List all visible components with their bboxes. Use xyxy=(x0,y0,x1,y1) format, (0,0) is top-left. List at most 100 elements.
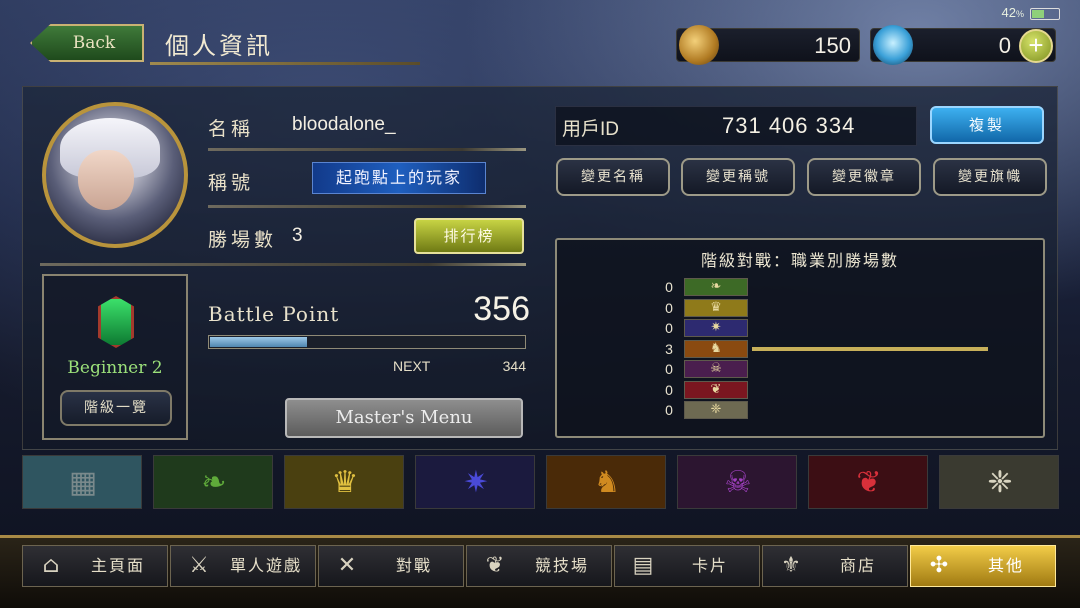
divider xyxy=(40,263,526,266)
crossed-swords-icon: ✕ xyxy=(337,553,359,578)
class-win-bar xyxy=(752,346,988,351)
crystal-icon xyxy=(873,25,913,65)
nav-solo[interactable]: ⚔ 單人遊戲 xyxy=(170,545,316,587)
class-win-row-runecraft: 0 ✷ xyxy=(662,319,1002,337)
change-flag-button[interactable]: 變更旗幟 xyxy=(933,158,1047,196)
divider xyxy=(208,148,526,151)
dragon-icon: ♞ xyxy=(684,339,748,358)
avatar-face xyxy=(78,150,134,210)
class-tab-shadow[interactable]: ☠ xyxy=(677,455,797,509)
battery-percent: 42% xyxy=(1001,5,1024,20)
class-win-count: 0 xyxy=(665,320,673,336)
nav-label: 對戰 xyxy=(395,556,432,575)
change-name-button[interactable]: 變更名稱 xyxy=(556,158,670,196)
nav-arena[interactable]: ❦ 競技場 xyxy=(466,545,612,587)
nav-label: 單人遊戲 xyxy=(229,556,302,575)
class-tab-blood[interactable]: ❦ xyxy=(808,455,928,509)
nav-label: 競技場 xyxy=(534,556,589,575)
class-win-count: 0 xyxy=(665,381,673,398)
rune-star-icon: ✷ xyxy=(463,465,489,500)
divider xyxy=(208,205,526,208)
laurel-icon: ❦ xyxy=(485,553,507,578)
nav-label: 其他 xyxy=(987,556,1024,575)
copy-id-button[interactable]: 複製 xyxy=(930,106,1044,144)
class-win-row-forestcraft: 0 ❧ xyxy=(662,278,1002,296)
nav-shop[interactable]: ⚜ 商店 xyxy=(762,545,908,587)
rank-name: Beginner 2 xyxy=(67,358,163,378)
crown-icon: ♛ xyxy=(331,465,359,500)
fleur-icon: ⚜ xyxy=(781,553,803,578)
rank-list-button[interactable]: 階級一覽 xyxy=(60,390,172,426)
ranking-button[interactable]: 排行榜 xyxy=(414,218,524,254)
class-win-count: 3 xyxy=(665,340,673,357)
class-tab-haven[interactable]: ❈ xyxy=(939,455,1059,509)
class-win-row-dragoncraft: 3 ♞ xyxy=(662,339,1002,358)
player-name: bloodalone_ xyxy=(292,114,396,135)
title-underline xyxy=(150,62,420,65)
dragon-icon: ♞ xyxy=(593,465,621,500)
change-title-button[interactable]: 變更稱號 xyxy=(681,158,795,196)
nav-other[interactable]: ✣ 其他 xyxy=(910,545,1056,587)
player-title-badge: 起跑點上的玩家 xyxy=(312,162,486,194)
page-title: 個人資訊 xyxy=(165,32,273,60)
class-tab-sword[interactable]: ♛ xyxy=(284,455,404,509)
next-value: 344 xyxy=(502,358,526,374)
battery-icon xyxy=(1030,8,1060,20)
class-tab-rune[interactable]: ✷ xyxy=(415,455,535,509)
back-button[interactable]: Back xyxy=(30,24,144,62)
shield-sword-icon: ⚔ xyxy=(189,553,211,578)
bat-wing-icon: ❦ xyxy=(684,380,748,399)
title-label: 稱號 xyxy=(208,172,255,194)
class-tab-dragon[interactable]: ♞ xyxy=(546,455,666,509)
class-win-count: 0 xyxy=(665,361,673,377)
user-id-value: 731 406 334 xyxy=(722,113,856,138)
skull-icon: ☠ xyxy=(724,465,752,500)
rank-emblem-icon xyxy=(98,296,134,348)
user-id-label: 用戶ID xyxy=(562,119,620,140)
skull-icon: ☠ xyxy=(684,360,748,378)
class-win-row-swordcraft: 0 ♛ xyxy=(662,298,1002,317)
nav-label: 卡片 xyxy=(691,556,728,575)
nav-cards[interactable]: ▤ 卡片 xyxy=(614,545,760,587)
nav-label: 主頁面 xyxy=(90,556,145,575)
wing-icon: ❈ xyxy=(684,401,748,419)
class-tab-neutral[interactable]: ▦ xyxy=(22,455,142,509)
class-win-count: 0 xyxy=(665,402,673,418)
crystal-counter: 0 + xyxy=(870,25,1056,65)
class-win-row-havencraft: 0 ❈ xyxy=(662,401,1002,419)
rupee-amount: 150 xyxy=(814,33,851,58)
battle-point-label: Battle Point xyxy=(208,302,340,326)
cards-icon: ▤ xyxy=(632,553,656,578)
battery-level xyxy=(1032,10,1044,18)
battle-point-value: 356 xyxy=(473,290,530,328)
change-emblem-button[interactable]: 變更徽章 xyxy=(807,158,921,196)
class-win-row-bloodcraft: 0 ❦ xyxy=(662,380,1002,399)
class-win-count: 0 xyxy=(665,279,673,295)
class-tab-forest[interactable]: ❧ xyxy=(153,455,273,509)
rupee-counter: 150 xyxy=(676,25,860,65)
wins-label: 勝場數 xyxy=(208,229,278,251)
nav-label: 商店 xyxy=(839,556,876,575)
bat-wing-icon: ❦ xyxy=(856,465,882,500)
class-win-count: 0 xyxy=(665,299,673,316)
name-label: 名稱 xyxy=(208,118,255,140)
crystal-amount: 0 xyxy=(998,33,1011,58)
battle-point-progress-bar xyxy=(208,335,526,349)
rune-star-icon: ✷ xyxy=(684,319,748,337)
nav-battle[interactable]: ✕ 對戰 xyxy=(318,545,464,587)
battle-point-progress-fill xyxy=(210,337,308,347)
master-menu-button[interactable]: Master's Menu xyxy=(285,398,523,438)
ornament-icon: ✣ xyxy=(929,553,951,578)
next-label: NEXT xyxy=(393,358,431,374)
rupee-coin-icon xyxy=(679,25,719,65)
leaf-icon: ❧ xyxy=(201,465,227,500)
wins-count: 3 xyxy=(292,225,303,246)
leaf-icon: ❧ xyxy=(684,278,748,296)
add-crystal-button[interactable]: + xyxy=(1019,29,1053,63)
nav-home[interactable]: ⌂ 主頁面 xyxy=(22,545,168,587)
wing-icon: ❈ xyxy=(987,465,1013,500)
home-icon: ⌂ xyxy=(42,553,62,578)
class-win-row-shadowcraft: 0 ☠ xyxy=(662,360,1002,378)
class-wins-title: 階級對戰：職業別勝場數 xyxy=(700,251,899,270)
card-icon: ▦ xyxy=(68,465,98,500)
